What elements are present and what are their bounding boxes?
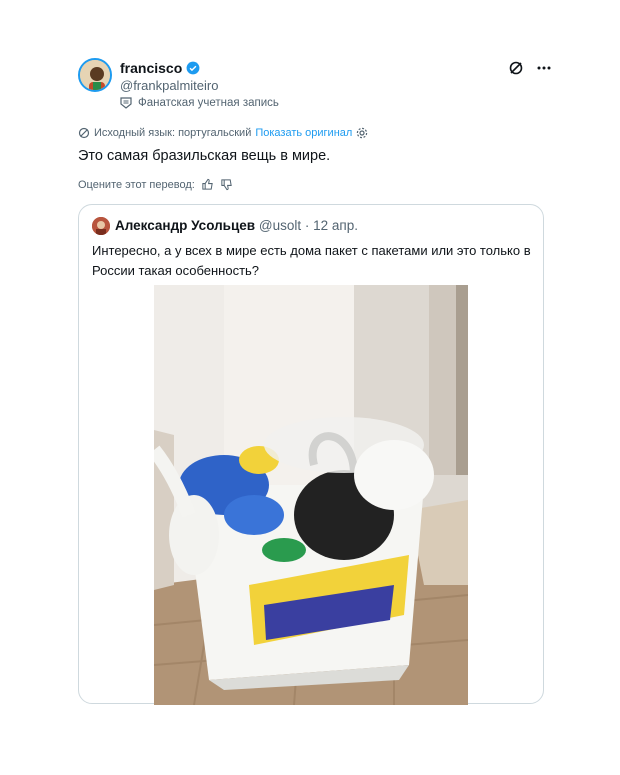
verified-icon xyxy=(186,61,200,75)
rate-translation: Оцените этот перевод: xyxy=(78,178,233,191)
show-original-link[interactable]: Показать оригинал xyxy=(255,127,352,139)
quote-date[interactable]: 12 апр. xyxy=(313,218,358,233)
translate-icon xyxy=(78,127,90,139)
author-name[interactable]: francisco xyxy=(120,60,182,76)
translation-info: Исходный язык: португальский Показать ор… xyxy=(78,127,368,139)
quote-author-row: Александр Усольцев @usolt · 12 апр. xyxy=(115,218,358,233)
quote-text: Интересно, а у всех в мире есть дома пак… xyxy=(92,243,531,278)
grok-icon[interactable] xyxy=(508,60,524,76)
author-handle[interactable]: @frankpalmiteiro xyxy=(120,78,218,93)
tweet-text: Это самая бразильская вещь в мире. xyxy=(78,148,331,164)
quote-separator: · xyxy=(304,218,310,233)
fan-account-text: Фанатская учетная запись xyxy=(138,97,279,109)
source-language: Исходный язык: португальский xyxy=(94,127,252,139)
post: francisco @frankpalmiteiro Фанатская уче… xyxy=(0,0,620,775)
quote-author-handle[interactable]: @usolt xyxy=(259,218,301,233)
thumbs-down-icon[interactable] xyxy=(220,178,233,191)
top-actions xyxy=(508,60,552,76)
fan-account-label: Фанатская учетная запись xyxy=(120,97,279,109)
quote-photo[interactable] xyxy=(154,285,468,705)
rate-label: Оцените этот перевод: xyxy=(78,178,195,191)
more-icon[interactable] xyxy=(536,60,552,76)
bag-of-bags-photo xyxy=(154,285,468,705)
quoted-tweet[interactable]: Александр Усольцев @usolt · 12 апр. Инте… xyxy=(78,204,544,705)
avatar[interactable] xyxy=(78,58,112,92)
quote-avatar[interactable] xyxy=(92,217,110,235)
thumbs-up-icon[interactable] xyxy=(201,178,214,191)
fan-badge-icon xyxy=(120,97,132,109)
settings-icon[interactable] xyxy=(356,127,368,139)
author-name-row[interactable]: francisco xyxy=(120,60,200,76)
quote-author-name[interactable]: Александр Усольцев xyxy=(115,218,255,233)
